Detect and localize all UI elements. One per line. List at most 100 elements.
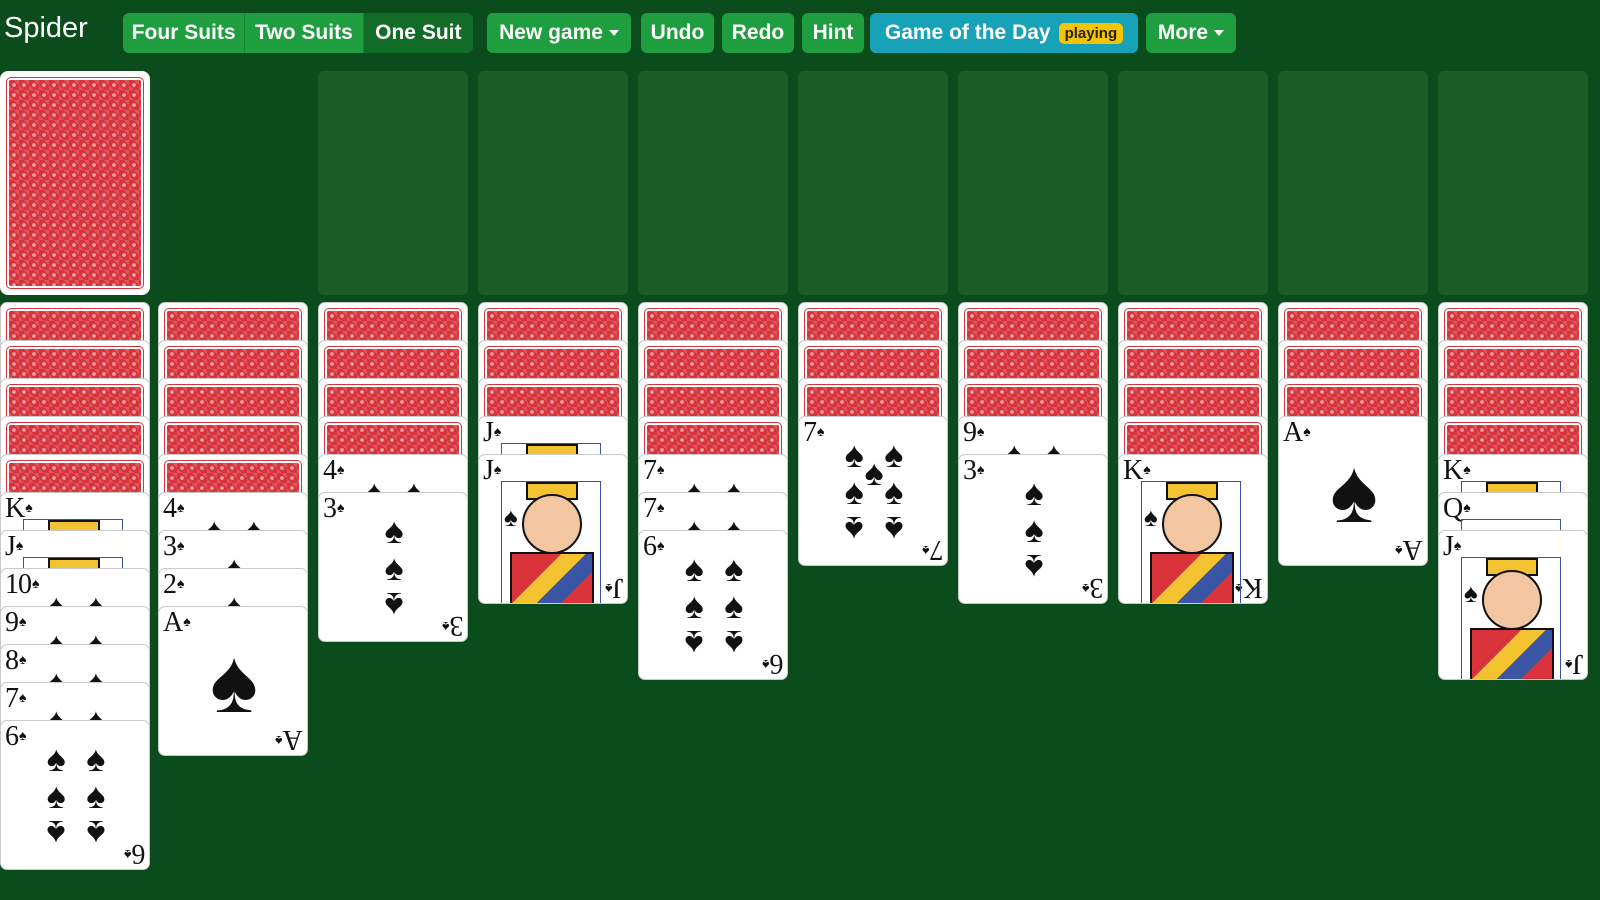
court-figure: ♠ (501, 481, 601, 603)
card-rank-corner: 6♠ (762, 648, 783, 679)
undo-button[interactable]: Undo (641, 13, 714, 53)
card-rank: 9♠ (5, 607, 27, 638)
spade-icon: ♠ (384, 547, 404, 588)
redo-button[interactable]: Redo (722, 13, 794, 53)
playing-card[interactable]: J♠J♠♠ (478, 454, 628, 604)
spade-icon: ♠ (1330, 442, 1378, 542)
head-icon (1162, 494, 1222, 554)
spade-icon: ♠ (384, 509, 404, 551)
four-suits-button[interactable]: Four Suits (123, 13, 246, 53)
spade-icon: ♠ (1143, 463, 1151, 478)
card-rank: 7♠ (643, 493, 665, 524)
spade-icon: ♠ (684, 623, 704, 665)
more-label: More (1157, 21, 1209, 44)
card-back (6, 77, 144, 289)
card-rank: 4♠ (323, 455, 345, 486)
two-suits-button[interactable]: Two Suits (245, 13, 364, 53)
spade-icon: ♠ (504, 502, 518, 532)
spade-icon: ♠ (844, 509, 864, 551)
spade-icon: ♠ (337, 463, 345, 478)
card-rank: 6♠ (643, 531, 665, 562)
spade-icon: ♠ (210, 632, 258, 732)
playing-card[interactable]: 3♠3♠♠♠♠ (318, 492, 468, 642)
foundation-slot (1278, 71, 1428, 295)
foundation-slot (1118, 71, 1268, 295)
playing-card[interactable]: 6♠ 6♠ ♠ ♠ ♠ ♠ ♠ ♠ (0, 720, 150, 870)
card-rank-corner: 3♠ (442, 610, 463, 641)
card-rank: 3♠ (963, 455, 985, 486)
foundation-slot (958, 71, 1108, 295)
card-rank: 7♠ (5, 683, 27, 714)
court-figure: ♠ (1461, 557, 1561, 679)
playing-card[interactable]: 7♠7♠♠♠♠♠♠♠♠ (798, 416, 948, 566)
spade-icon: ♠ (1144, 502, 1158, 532)
card-rank-corner: J♠ (605, 572, 623, 603)
spade-icon: ♠ (724, 585, 744, 626)
spade-icon: ♠ (177, 539, 185, 554)
spade-icon: ♠ (1463, 501, 1471, 516)
card-rank: 10♠ (5, 569, 40, 600)
playing-card[interactable]: A♠ A♠ ♠ (1278, 416, 1428, 566)
spade-icon: ♠ (1024, 547, 1044, 589)
spade-icon: ♠ (657, 463, 665, 478)
playing-card[interactable]: J♠J♠♠ (1438, 530, 1588, 680)
playing-card[interactable]: 6♠ 6♠ ♠ ♠ ♠ ♠ ♠ ♠ (638, 530, 788, 680)
spade-icon: ♠ (177, 577, 185, 592)
head-icon (1482, 570, 1542, 630)
card-rank: J♠ (1443, 531, 1462, 562)
spade-icon: ♠ (337, 501, 345, 516)
one-suit-button[interactable]: One Suit (363, 13, 473, 53)
spade-icon: ♠ (1396, 542, 1403, 557)
card-rank: 3♠ (323, 493, 345, 524)
tableau-column: 7♠7♠♠♠♠♠♠♠♠7♠7♠♠♠♠♠♠♠♠6♠6♠♠♠♠♠♠♠ (638, 302, 788, 900)
spade-icon: ♠ (86, 737, 106, 779)
court-figure: ♠ (1141, 481, 1241, 603)
more-button[interactable]: More (1146, 13, 1236, 53)
card-rank: 4♠ (163, 493, 185, 524)
card-rank: A♠ (163, 607, 191, 638)
head-icon (522, 494, 582, 554)
card-rank: 3♠ (163, 531, 185, 562)
tableau-column: 4♠4♠♠♠♠♠3♠3♠♠♠♠ (318, 302, 468, 900)
playing-card[interactable]: 3♠3♠♠♠♠ (958, 454, 1108, 604)
spade-icon: ♠ (684, 585, 704, 626)
spade-icon: ♠ (1463, 463, 1471, 478)
robe-icon (510, 552, 594, 603)
spade-icon: ♠ (1082, 580, 1089, 595)
card-rank-corner: 3♠ (1082, 572, 1103, 603)
game-of-the-day-label: Game of the Day (884, 21, 1051, 44)
stock-pile[interactable] (0, 71, 150, 295)
card-rank: J♠ (5, 531, 24, 562)
playing-card[interactable]: A♠ A♠ ♠ (158, 606, 308, 756)
tableau-column: K♠ K♠ ♠ (1118, 302, 1268, 900)
spade-icon: ♠ (724, 547, 744, 589)
tableau-column: J♠J♠♠J♠J♠♠ (478, 302, 628, 900)
new-game-button[interactable]: New game (487, 13, 631, 53)
spade-icon: ♠ (977, 425, 985, 440)
spade-icon: ♠ (1453, 539, 1462, 554)
card-rank-corner: J♠ (1565, 648, 1583, 679)
spade-icon: ♠ (1464, 578, 1478, 608)
spade-icon: ♠ (922, 542, 929, 557)
spade-icon: ♠ (442, 618, 449, 633)
suit-selector: Four Suits Two Suits One Suit (123, 13, 473, 53)
tableau-column: A♠ A♠ ♠ (1278, 302, 1428, 900)
tableau-column: 4♠4♠♠♠♠♠3♠3♠♠♠♠2♠2♠♠♠A♠A♠♠ (158, 302, 308, 900)
spade-icon: ♠ (177, 501, 185, 516)
card-rank: 6♠ (5, 721, 27, 752)
spade-icon: ♠ (19, 653, 27, 668)
tableau-column: 7♠ 7♠ ♠ ♠ ♠ ♠ ♠ ♠ ♠ (798, 302, 948, 900)
spade-icon: ♠ (15, 539, 24, 554)
card-rank-corner: A♠ (276, 724, 303, 755)
toolbar: Spider Four Suits Two Suits One Suit New… (0, 0, 1600, 64)
tableau-column: K♠K♠♠Q♠Q♠♠J♠J♠♠ (1438, 302, 1588, 900)
spade-icon: ♠ (124, 846, 131, 861)
spade-icon: ♠ (276, 732, 283, 747)
game-of-the-day-button[interactable]: Game of the Day playing (870, 13, 1138, 53)
hint-button[interactable]: Hint (802, 13, 864, 53)
spade-icon: ♠ (762, 656, 769, 671)
playing-card[interactable]: K♠K♠♠ (1118, 454, 1268, 604)
spade-icon: ♠ (86, 813, 106, 855)
spade-icon: ♠ (977, 463, 985, 478)
card-rank: 7♠ (803, 417, 825, 448)
